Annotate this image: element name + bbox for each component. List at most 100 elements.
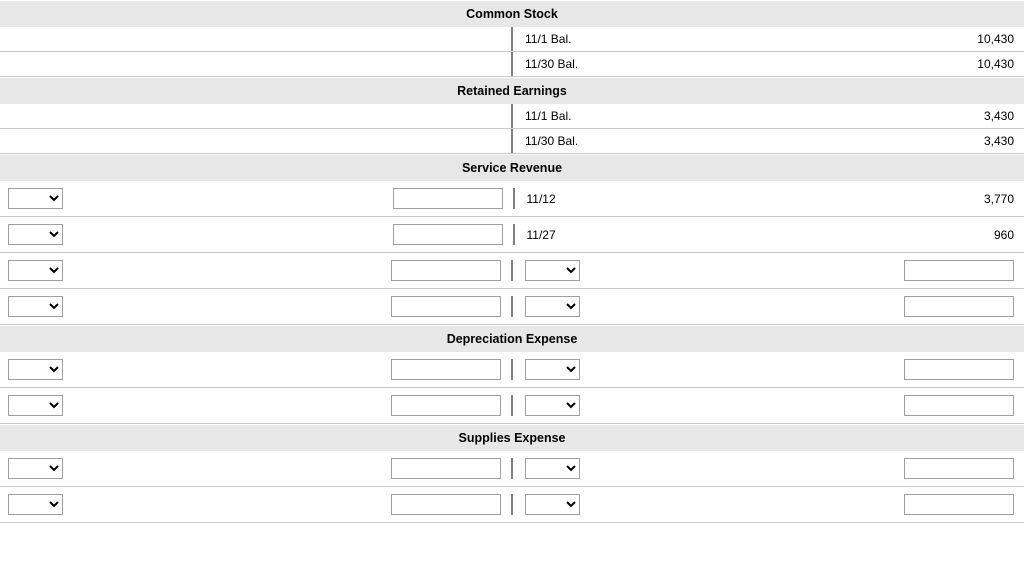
credit-date-cell: 11/12 bbox=[515, 188, 600, 209]
debit-amount-cell bbox=[386, 27, 511, 51]
ledger-row: 11/1 Bal. 3,430 bbox=[0, 104, 1024, 129]
ledger-row: 11/1 Bal. 10,430 bbox=[0, 27, 1024, 52]
debit-date-select[interactable] bbox=[8, 494, 63, 515]
credit-amount-value: 3,770 bbox=[984, 192, 1014, 206]
debit-amount-input[interactable] bbox=[393, 188, 503, 209]
credit-date-select[interactable] bbox=[525, 395, 580, 416]
credit-amount-cell bbox=[896, 260, 1024, 281]
debit-amount-cell bbox=[383, 458, 511, 479]
debit-amount-cell bbox=[383, 494, 511, 515]
credit-date-select[interactable] bbox=[525, 296, 580, 317]
credit-date-cell bbox=[513, 296, 598, 317]
credit-date-label: 11/12 bbox=[527, 192, 556, 206]
credit-amount-value: 10,430 bbox=[977, 32, 1014, 46]
debit-amount-input[interactable] bbox=[391, 395, 501, 416]
credit-amount-cell: 3,430 bbox=[899, 129, 1024, 153]
credit-date-select[interactable] bbox=[525, 359, 580, 380]
account-header: Retained Earnings bbox=[0, 77, 1024, 104]
debit-date-cell bbox=[0, 296, 85, 317]
credit-amount-value: 10,430 bbox=[977, 57, 1014, 71]
ledger-row: 11/30 Bal. 10,430 bbox=[0, 52, 1024, 77]
debit-date-cell bbox=[0, 104, 85, 128]
account-header: Service Revenue bbox=[0, 154, 1024, 181]
credit-date-select[interactable] bbox=[525, 260, 580, 281]
credit-amount-input[interactable] bbox=[904, 458, 1014, 479]
credit-amount-value: 3,430 bbox=[984, 134, 1014, 148]
credit-date-cell: 11/1 Bal. bbox=[513, 27, 598, 51]
debit-amount-cell bbox=[383, 359, 511, 380]
credit-amount-input[interactable] bbox=[904, 359, 1014, 380]
credit-amount-cell: 3,770 bbox=[899, 188, 1024, 209]
debit-amount-cell bbox=[383, 260, 511, 281]
credit-date-cell bbox=[513, 260, 598, 281]
credit-amount-input[interactable] bbox=[904, 260, 1014, 281]
ledger-row: 11/30 Bal. 3,430 bbox=[0, 129, 1024, 154]
credit-date-label: 11/1 Bal. bbox=[525, 32, 571, 46]
ledger-row: 11/27 960 bbox=[0, 217, 1024, 253]
debit-date-cell bbox=[0, 188, 85, 209]
credit-date-cell bbox=[513, 458, 598, 479]
credit-amount-cell bbox=[896, 494, 1024, 515]
credit-date-label: 11/30 Bal. bbox=[525, 134, 578, 148]
credit-amount-cell: 3,430 bbox=[899, 104, 1024, 128]
credit-amount-input[interactable] bbox=[904, 296, 1014, 317]
credit-date-cell bbox=[513, 395, 598, 416]
credit-date-select[interactable] bbox=[525, 458, 580, 479]
debit-date-select[interactable] bbox=[8, 296, 63, 317]
credit-amount-cell: 10,430 bbox=[899, 27, 1024, 51]
debit-date-select[interactable] bbox=[8, 458, 63, 479]
credit-date-cell bbox=[513, 494, 598, 515]
debit-date-cell bbox=[0, 27, 85, 51]
debit-date-cell bbox=[0, 52, 85, 76]
credit-amount-input[interactable] bbox=[904, 395, 1014, 416]
debit-amount-cell bbox=[386, 104, 511, 128]
credit-amount-cell bbox=[896, 458, 1024, 479]
ledger-row bbox=[0, 388, 1024, 424]
credit-date-label: 11/1 Bal. bbox=[525, 109, 571, 123]
credit-date-label: 11/30 Bal. bbox=[525, 57, 578, 71]
debit-date-select[interactable] bbox=[8, 359, 63, 380]
credit-date-cell: 11/30 Bal. bbox=[513, 52, 598, 76]
debit-date-cell bbox=[0, 129, 85, 153]
debit-date-select[interactable] bbox=[8, 224, 63, 245]
debit-date-cell bbox=[0, 458, 85, 479]
account-header: Supplies Expense bbox=[0, 424, 1024, 451]
debit-date-cell bbox=[0, 395, 85, 416]
debit-amount-cell bbox=[386, 129, 511, 153]
debit-amount-cell bbox=[386, 52, 511, 76]
ledger-row bbox=[0, 352, 1024, 388]
debit-amount-input[interactable] bbox=[391, 260, 501, 281]
debit-amount-input[interactable] bbox=[391, 494, 501, 515]
debit-date-select[interactable] bbox=[8, 260, 63, 281]
credit-amount-value: 3,430 bbox=[984, 109, 1014, 123]
account-header: Common Stock bbox=[0, 0, 1024, 27]
credit-date-cell: 11/30 Bal. bbox=[513, 129, 598, 153]
debit-amount-input[interactable] bbox=[391, 359, 501, 380]
ledger-row bbox=[0, 451, 1024, 487]
debit-amount-cell bbox=[383, 296, 511, 317]
credit-date-select[interactable] bbox=[525, 494, 580, 515]
credit-date-cell: 11/1 Bal. bbox=[513, 104, 598, 128]
credit-date-cell bbox=[513, 359, 598, 380]
credit-amount-value: 960 bbox=[994, 228, 1014, 242]
account-header: Depreciation Expense bbox=[0, 325, 1024, 352]
debit-amount-cell bbox=[385, 188, 513, 209]
credit-amount-cell bbox=[896, 296, 1024, 317]
credit-amount-cell: 960 bbox=[899, 224, 1024, 245]
credit-amount-input[interactable] bbox=[904, 494, 1014, 515]
debit-amount-cell bbox=[383, 395, 511, 416]
ledger-row bbox=[0, 487, 1024, 523]
debit-date-select[interactable] bbox=[8, 188, 63, 209]
credit-date-cell: 11/27 bbox=[515, 224, 600, 245]
debit-date-select[interactable] bbox=[8, 395, 63, 416]
debit-amount-input[interactable] bbox=[391, 296, 501, 317]
debit-amount-input[interactable] bbox=[393, 224, 503, 245]
debit-date-cell bbox=[0, 260, 85, 281]
debit-amount-cell bbox=[385, 224, 513, 245]
ledger-row bbox=[0, 253, 1024, 289]
debit-date-cell bbox=[0, 359, 85, 380]
credit-amount-cell bbox=[896, 359, 1024, 380]
debit-amount-input[interactable] bbox=[391, 458, 501, 479]
credit-amount-cell: 10,430 bbox=[899, 52, 1024, 76]
credit-date-label: 11/27 bbox=[527, 228, 556, 242]
